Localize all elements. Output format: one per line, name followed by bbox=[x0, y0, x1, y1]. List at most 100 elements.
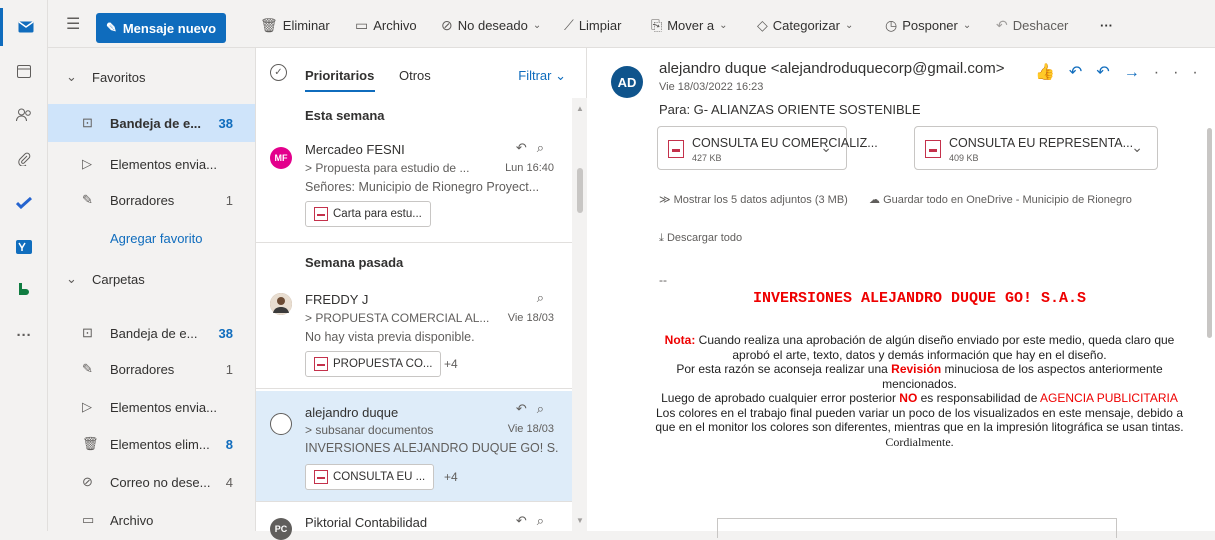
new-mail-button[interactable]: ✎ Mensaje nuevo bbox=[96, 13, 226, 43]
scrollbar-thumb[interactable] bbox=[577, 168, 583, 213]
deleted-item[interactable]: 🗑 Elementos elim... 8 bbox=[48, 425, 255, 463]
fav-sent-item[interactable]: ▷ Elementos envia... bbox=[48, 145, 255, 183]
save-onedrive-label: Guardar todo en OneDrive - Municipio de … bbox=[883, 194, 1132, 206]
agency-name: AGENCIA PUBLICITARIA bbox=[1040, 391, 1178, 405]
folders-header[interactable]: ⌄ Carpetas bbox=[48, 260, 255, 298]
fav-inbox-count: 38 bbox=[218, 115, 233, 131]
message-preview: INVERSIONES ALEJANDRO DUQUE GO! S... bbox=[305, 441, 558, 455]
undo-label: Deshacer bbox=[1012, 17, 1069, 33]
move-icon: ⎘ bbox=[651, 16, 663, 33]
sent-item[interactable]: ▷ Elementos envia... bbox=[48, 388, 255, 426]
message-sender: FREDDY J bbox=[305, 292, 369, 307]
reply-icon[interactable]: ↶ bbox=[516, 513, 537, 528]
nota-text: Cuando realiza una aprobación de algún d… bbox=[695, 333, 1175, 362]
scrollbar-thumb[interactable] bbox=[1207, 128, 1212, 338]
message-row[interactable]: MF Mercadeo FESNI ↶⌕ > Propuesta para es… bbox=[256, 130, 572, 243]
download-all-link[interactable]: ⤓ Descargar todo bbox=[659, 232, 742, 245]
app-rail: ··· bbox=[0, 0, 48, 531]
pdf-icon bbox=[668, 140, 684, 158]
select-all-checkbox[interactable]: ✓ bbox=[270, 64, 287, 81]
new-mail-label: Mensaje nuevo bbox=[122, 20, 217, 36]
pdf-icon bbox=[314, 357, 328, 371]
sender-address[interactable]: alejandro duque <alejandroduquecorp@gmai… bbox=[659, 60, 1004, 77]
calendar-icon[interactable] bbox=[0, 52, 48, 90]
yammer-icon[interactable] bbox=[0, 228, 48, 266]
more-icon[interactable]: ··· bbox=[1154, 64, 1212, 81]
undo-button[interactable]: ↶ Deshacer bbox=[996, 14, 1068, 36]
like-icon[interactable]: 👍 bbox=[1035, 64, 1069, 81]
sender-avatar[interactable]: AD bbox=[611, 66, 643, 98]
message-row[interactable]: PC Piktorial Contabilidad ↶⌕ bbox=[256, 504, 572, 540]
deleted-count: 8 bbox=[225, 436, 233, 452]
reply-all-icon[interactable]: ↶ bbox=[1096, 64, 1123, 81]
todo-icon[interactable] bbox=[0, 184, 48, 222]
attachment-chip[interactable]: Carta para estu... bbox=[305, 201, 431, 227]
tag-icon: ◇ bbox=[757, 16, 768, 33]
chevron-down-icon[interactable]: ⌄ bbox=[820, 139, 832, 156]
forward-icon[interactable]: → bbox=[1124, 64, 1154, 81]
drafts-item[interactable]: ✎ Borradores 1 bbox=[48, 350, 255, 388]
archive-item[interactable]: ▭ Archivo bbox=[48, 501, 255, 539]
fav-sent-label: Elementos envia... bbox=[110, 156, 217, 172]
save-onedrive-link[interactable]: ☁ Guardar todo en OneDrive - Municipio d… bbox=[869, 193, 1132, 206]
attachment-name: PROPUESTA CO... bbox=[333, 358, 433, 370]
attachment-card[interactable]: CONSULTA EU REPRESENTA... 409 KB ⌄ bbox=[914, 126, 1158, 170]
avatar-photo bbox=[270, 293, 292, 315]
reading-pane-scrollbar[interactable] bbox=[1206, 48, 1215, 531]
message-list-scrollbar[interactable]: ▲ ▼ bbox=[572, 98, 588, 531]
sent-label: Elementos envia... bbox=[110, 399, 217, 415]
chevron-down-icon: ⌄ bbox=[719, 19, 728, 31]
delete-button[interactable]: 🗑 Eliminar bbox=[260, 14, 330, 36]
attachment-chip[interactable]: PROPUESTA CO... bbox=[305, 351, 442, 377]
reply-icon[interactable]: ↶ bbox=[516, 140, 537, 155]
tab-other[interactable]: Otros bbox=[399, 68, 431, 83]
add-favorite-link[interactable]: Agregar favorito bbox=[48, 219, 255, 257]
message-time: Lun 16:40 bbox=[505, 162, 554, 174]
hamburger-icon[interactable]: ☰ bbox=[66, 14, 80, 34]
inbox-count: 38 bbox=[218, 325, 233, 341]
message-sender: Piktorial Contabilidad bbox=[305, 515, 428, 530]
archive-button[interactable]: ▭ Archivo bbox=[355, 14, 417, 36]
move-to-button[interactable]: ⎘ Mover a ⌄ bbox=[651, 14, 728, 36]
reply-icon[interactable]: ↶ bbox=[516, 401, 537, 416]
message-preview: No hay vista previa disponible. bbox=[305, 330, 475, 344]
attachment-card[interactable]: CONSULTA EU COMERCIALIZ... 427 KB ⌄ bbox=[657, 126, 878, 170]
message-row[interactable]: FREDDY J ⌕ > PROPUESTA COMERCIAL AL... V… bbox=[256, 280, 572, 389]
mail-icon[interactable] bbox=[0, 8, 48, 46]
favorites-header[interactable]: ⌄ Favoritos bbox=[48, 58, 255, 96]
select-radio[interactable] bbox=[270, 413, 292, 435]
people-icon[interactable] bbox=[0, 96, 48, 134]
closing: Cordialmente. bbox=[885, 434, 954, 449]
snooze-label: Posponer bbox=[902, 17, 958, 33]
more-apps-icon[interactable]: ··· bbox=[0, 316, 48, 354]
scroll-down-icon[interactable]: ▼ bbox=[576, 516, 584, 525]
fav-drafts-item[interactable]: ✎ Borradores 1 bbox=[48, 181, 255, 219]
more-attachments-count: +4 bbox=[444, 470, 458, 484]
message-row-selected[interactable]: alejandro duque ↶⌕ > subsanar documentos… bbox=[256, 391, 572, 502]
compose-icon: ✎ bbox=[105, 20, 117, 35]
send-icon: ▷ bbox=[82, 399, 92, 414]
inbox-item[interactable]: ⊡ Bandeja de e... 38 bbox=[48, 314, 255, 352]
reply-icon[interactable]: ↶ bbox=[1069, 64, 1096, 81]
avatar: MF bbox=[270, 147, 292, 169]
snooze-button[interactable]: ◷ Posponer ⌄ bbox=[885, 14, 971, 36]
bookings-icon[interactable] bbox=[0, 272, 48, 310]
body-line-3b: es responsabilidad de bbox=[917, 391, 1041, 405]
scroll-up-icon[interactable]: ▲ bbox=[576, 104, 584, 113]
show-attachments-link[interactable]: ≫ Mostrar los 5 datos adjuntos (3 MB) bbox=[659, 193, 848, 206]
junk-button[interactable]: ⊘ No deseado ⌄ bbox=[441, 14, 541, 36]
attachment-chip[interactable]: CONSULTA EU ... bbox=[305, 464, 435, 490]
message-actions: ↶⌕ bbox=[516, 513, 554, 529]
fav-inbox-item[interactable]: ⊡ Bandeja de e... 38 bbox=[48, 104, 255, 142]
attachment-icon[interactable] bbox=[0, 140, 48, 178]
sweep-button[interactable]: ⟋ Limpiar bbox=[564, 14, 621, 36]
more-options-button[interactable]: ··· bbox=[1100, 14, 1113, 36]
broken-image-placeholder bbox=[717, 518, 1117, 538]
junk-item[interactable]: ⊘ Correo no dese... 4 bbox=[48, 463, 255, 501]
message-sender: alejandro duque bbox=[305, 405, 399, 420]
filter-button[interactable]: Filtrar ⌄ bbox=[518, 68, 566, 84]
categorize-button[interactable]: ◇ Categorizar ⌄ bbox=[757, 14, 853, 36]
chevron-down-icon[interactable]: ⌄ bbox=[1131, 139, 1143, 156]
chevron-down-icon: ⌄ bbox=[844, 19, 854, 31]
tab-focused[interactable]: Prioritarios bbox=[305, 68, 374, 83]
